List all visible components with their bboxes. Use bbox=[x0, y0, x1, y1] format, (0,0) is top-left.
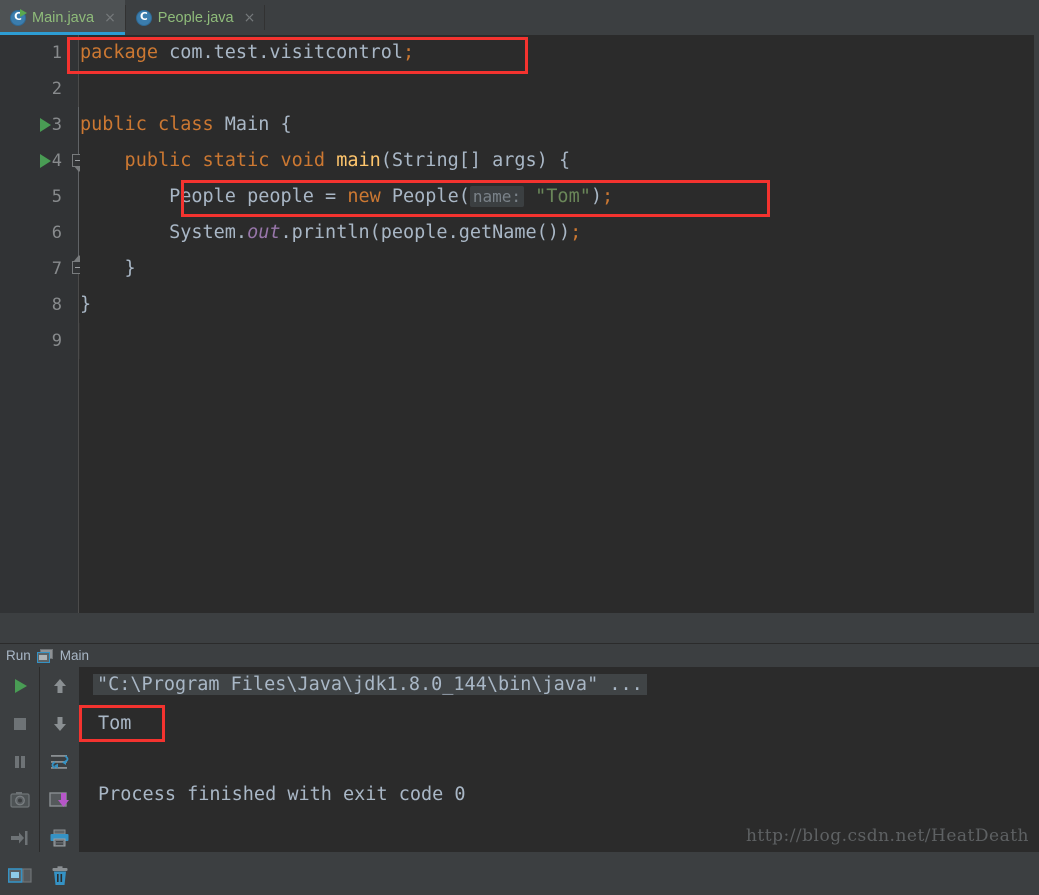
run-line-marker-icon[interactable] bbox=[40, 154, 51, 168]
editor-tab-people-java[interactable]: C People.java × bbox=[126, 0, 265, 35]
stop-button[interactable] bbox=[0, 705, 40, 743]
next-occurrence-button[interactable] bbox=[40, 705, 80, 743]
trash-icon bbox=[50, 866, 70, 886]
line-number: 2 bbox=[51, 79, 62, 99]
editor-scrollbar[interactable] bbox=[1034, 35, 1039, 613]
console-output[interactable]: "C:\Program Files\Java\jdk1.8.0_144\bin\… bbox=[81, 667, 1039, 852]
stop-icon bbox=[11, 715, 29, 733]
tab-separator bbox=[264, 5, 266, 30]
line-number: 5 bbox=[51, 187, 62, 207]
fold-region-line bbox=[78, 107, 79, 267]
line-number: 1 bbox=[51, 43, 62, 63]
code-line-4: public static void main(String[] args) { bbox=[80, 150, 571, 171]
pause-icon bbox=[11, 753, 29, 771]
run-configuration-icon bbox=[36, 648, 54, 663]
code-editor[interactable]: 1 2 3 4 5 6 7 8 9 package com.test.visit… bbox=[0, 35, 1039, 613]
close-icon[interactable]: × bbox=[244, 11, 256, 25]
code-line-7: } bbox=[80, 258, 136, 279]
line-number: 3 bbox=[51, 115, 62, 135]
code-line-1: package com.test.visitcontrol; bbox=[80, 42, 415, 63]
printer-icon bbox=[49, 829, 71, 847]
layout-icon bbox=[8, 868, 32, 884]
line-number: 7 bbox=[51, 259, 62, 279]
line-number: 4 bbox=[51, 151, 62, 171]
code-text-area[interactable]: package com.test.visitcontrol; public cl… bbox=[80, 35, 1034, 613]
editor-tab-main-java[interactable]: C Main.java × bbox=[0, 0, 125, 35]
console-command-text: "C:\Program Files\Java\jdk1.8.0_144\bin\… bbox=[93, 674, 647, 695]
console-command-line: "C:\Program Files\Java\jdk1.8.0_144\bin\… bbox=[93, 669, 647, 700]
play-icon bbox=[11, 677, 29, 695]
code-line-6: System.out.println(people.getName()); bbox=[80, 222, 582, 243]
arrow-up-icon bbox=[51, 677, 69, 695]
pause-button[interactable] bbox=[0, 743, 40, 781]
run-tool-window-title: Run bbox=[6, 648, 31, 663]
code-line-3: public class Main { bbox=[80, 114, 292, 135]
run-toolbar-primary bbox=[0, 667, 40, 883]
code-line-5: People people = new People(name: "Tom"); bbox=[80, 186, 614, 207]
watermark-url: http://blog.csdn.net/HeatDeath bbox=[745, 826, 1029, 846]
console-exit-line: Process finished with exit code 0 bbox=[98, 784, 466, 805]
run-configuration-name: Main bbox=[59, 648, 90, 663]
close-icon[interactable]: × bbox=[104, 11, 116, 25]
java-class-runnable-icon: C bbox=[10, 8, 27, 26]
prev-occurrence-button[interactable] bbox=[40, 667, 80, 705]
line-number: 6 bbox=[51, 223, 62, 243]
clear-all-button[interactable] bbox=[40, 857, 80, 895]
rerun-button[interactable] bbox=[0, 667, 40, 705]
line-number: 9 bbox=[51, 331, 62, 351]
run-line-marker-icon[interactable] bbox=[40, 118, 51, 132]
code-line-8: } bbox=[80, 294, 92, 315]
editor-tab-label: Main.java bbox=[32, 9, 95, 26]
print-button[interactable] bbox=[40, 819, 80, 857]
soft-wrap-icon bbox=[49, 753, 71, 771]
camera-icon bbox=[10, 791, 30, 809]
java-class-icon: C bbox=[135, 9, 152, 26]
console-stdout-line: Tom bbox=[98, 713, 132, 734]
exit-icon bbox=[10, 829, 30, 847]
editor-tab-bar: C Main.java × C People.java × bbox=[0, 0, 1039, 35]
run-tool-window-body: "C:\Program Files\Java\jdk1.8.0_144\bin\… bbox=[0, 667, 1039, 885]
scroll-to-end-button[interactable] bbox=[40, 781, 80, 819]
layout-settings-button[interactable] bbox=[0, 857, 40, 895]
close-session-button[interactable] bbox=[0, 819, 40, 857]
editor-gutter[interactable]: 1 2 3 4 5 6 7 8 9 bbox=[0, 35, 85, 613]
run-tool-window-header[interactable]: Run Main bbox=[0, 643, 1039, 667]
editor-bottom-divider bbox=[0, 613, 1039, 643]
soft-wrap-button[interactable] bbox=[40, 743, 80, 781]
run-toolbar-secondary bbox=[40, 667, 80, 885]
arrow-down-icon bbox=[51, 715, 69, 733]
line-number: 8 bbox=[51, 295, 62, 315]
thread-dump-button[interactable] bbox=[0, 781, 40, 819]
editor-tab-label: People.java bbox=[157, 9, 234, 26]
export-icon bbox=[49, 791, 71, 809]
